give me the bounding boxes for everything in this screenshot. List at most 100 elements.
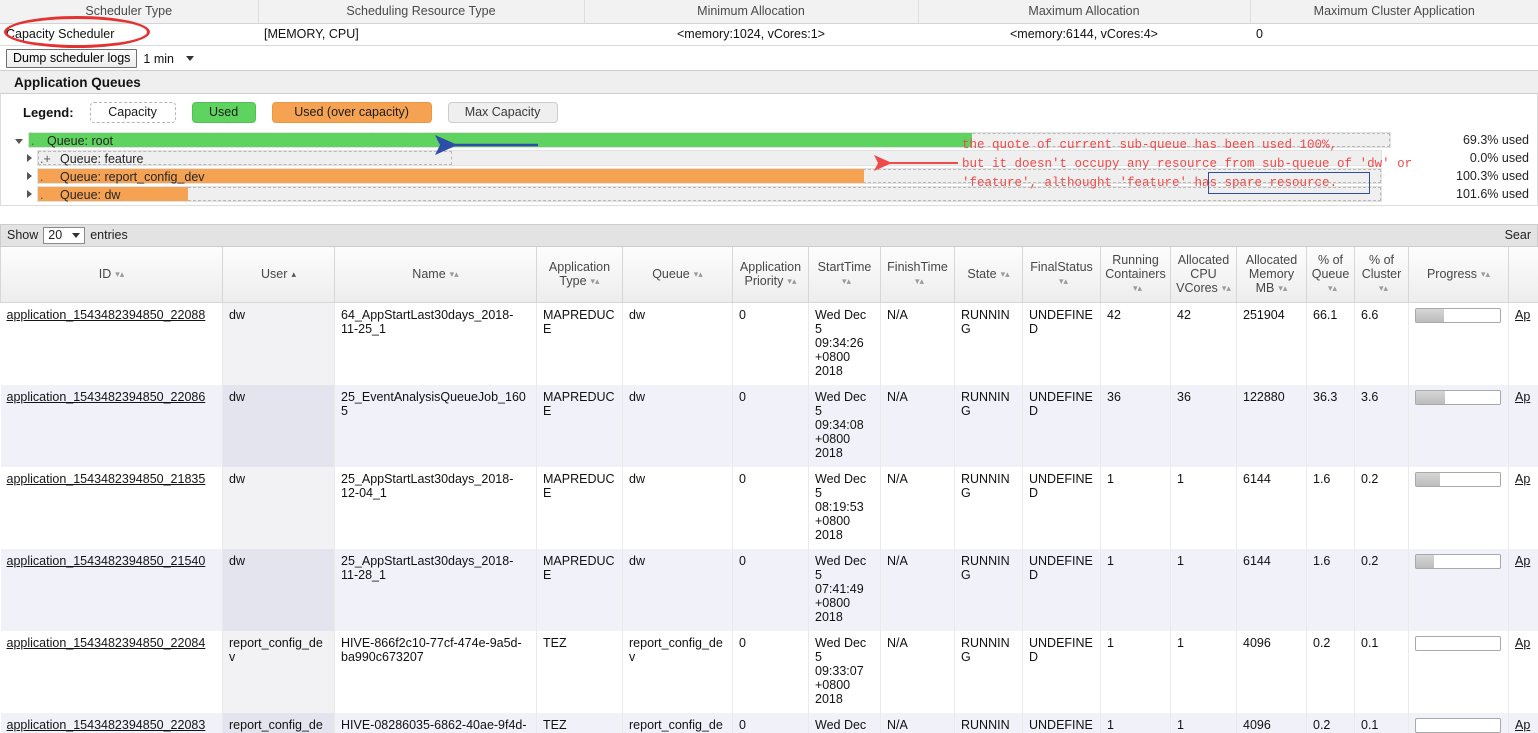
cell-starttime: Wed Dec 5 09:34:08 +0800 2018: [808, 384, 881, 467]
th-allocated-memory-mb[interactable]: Allocated Memory MB ▾▴: [1236, 246, 1307, 303]
th-name[interactable]: Name ▾▴: [334, 246, 537, 303]
cell-tracking-ui[interactable]: Ap: [1508, 630, 1538, 713]
cell-id[interactable]: application_1543482394850_22088: [0, 302, 223, 385]
expand-arrow-icon[interactable]: [27, 153, 32, 162]
cell-id[interactable]: application_1543482394850_21835: [0, 466, 223, 549]
cell-name: 25_EventAnalysisQueueJob_1605: [334, 384, 537, 467]
cell-pct-of-queue: 0.2: [1306, 712, 1355, 733]
th-allocated-cpu-vcores[interactable]: Allocated CPU VCores ▾▴: [1170, 246, 1237, 303]
progress-bar: [1415, 389, 1501, 405]
cell-state: RUNNING: [954, 630, 1023, 713]
cell-progress: [1408, 302, 1509, 385]
cell-progress: [1408, 466, 1509, 549]
cell-pct-of-cluster: 6.6: [1354, 302, 1409, 385]
cell-tracking-ui-link[interactable]: Ap: [1515, 718, 1530, 732]
cell-finishtime: N/A: [880, 302, 955, 385]
cell-tracking-ui[interactable]: Ap: [1508, 384, 1538, 467]
expand-arrow-icon[interactable]: [27, 171, 32, 180]
cell-tracking-ui[interactable]: Ap: [1508, 712, 1538, 733]
expand-arrow-icon[interactable]: [27, 189, 32, 198]
cell-allocated-cpu-vcores: 1: [1170, 630, 1237, 713]
th-user[interactable]: User ▴: [222, 246, 335, 303]
cell-application-priority: 0: [732, 302, 809, 385]
cell-id-link[interactable]: application_1543482394850_22084: [7, 636, 206, 650]
cell-application-type: TEZ: [536, 712, 623, 733]
legend-used-over-capacity: Used (over capacity): [271, 102, 432, 123]
expand-arrow-icon[interactable]: [15, 138, 23, 144]
table-row: application_1543482394850_22083 report_co…: [0, 712, 1538, 733]
cell-queue: report_config_dev: [622, 712, 733, 733]
search-label[interactable]: Sear: [1505, 228, 1531, 242]
th-tracking-ui[interactable]: T: [1508, 246, 1538, 303]
sort-icon: ▾▴: [841, 276, 852, 287]
th-application-type[interactable]: Application Type ▾▴: [536, 246, 623, 303]
sort-icon: ▾▴: [590, 276, 600, 287]
cell-id-link[interactable]: application_1543482394850_22088: [7, 308, 206, 322]
th-finishtime[interactable]: FinishTime▾▴: [880, 246, 955, 303]
queue-used-pct-root: 69.3% used: [1462, 132, 1529, 147]
cell-tracking-ui-link[interactable]: Ap: [1515, 554, 1530, 568]
sort-icon: ▾▴: [1327, 283, 1338, 294]
cell-finalstatus: UNDEFINED: [1022, 384, 1101, 467]
cell-name: 64_AppStartLast30days_2018-11-25_1: [334, 302, 537, 385]
cell-tracking-ui-link[interactable]: Ap: [1515, 308, 1530, 322]
cell-user: dw: [222, 466, 335, 549]
th-id[interactable]: ID ▾▴: [0, 246, 223, 303]
th-progress[interactable]: Progress ▾▴: [1408, 246, 1509, 303]
cell-application-priority: 0: [732, 466, 809, 549]
yarn-scheduler-page: Scheduler Type Scheduling Resource Type …: [0, 0, 1538, 733]
progress-bar: [1415, 635, 1501, 651]
annotation-line-1: the quote of current sub-queue has been …: [962, 138, 1338, 152]
scheduler-info-value-row: Capacity Scheduler [MEMORY, CPU] <memory…: [0, 23, 1538, 46]
caret-down-icon: [72, 232, 81, 238]
cell-id-link[interactable]: application_1543482394850_21540: [7, 554, 206, 568]
th-pct-of-cluster[interactable]: % of Cluster▾▴: [1354, 246, 1409, 303]
cell-finishtime: N/A: [880, 466, 955, 549]
queue-used-pct-feature: 0.0% used: [1469, 150, 1529, 165]
entries-select[interactable]: 20: [43, 226, 86, 244]
table-row: application_1543482394850_22086 dw 25_Even…: [0, 384, 1538, 467]
cell-application-priority: 0: [732, 384, 809, 467]
cell-allocated-cpu-vcores: 1: [1170, 466, 1237, 549]
cell-tracking-ui-link[interactable]: Ap: [1515, 390, 1530, 404]
cell-allocated-memory-mb: 251904: [1236, 302, 1307, 385]
th-application-priority[interactable]: Application Priority ▾▴: [732, 246, 809, 303]
cell-allocated-cpu-vcores: 36: [1170, 384, 1237, 467]
cell-id[interactable]: application_1543482394850_22084: [0, 630, 223, 713]
th-running-containers[interactable]: Running Containers▾▴: [1100, 246, 1171, 303]
cell-id[interactable]: application_1543482394850_21540: [0, 548, 223, 631]
datatable-toolbar: Show 20 entries Sear: [0, 223, 1538, 247]
cell-tracking-ui-link[interactable]: Ap: [1515, 472, 1530, 486]
show-label: Show: [7, 228, 39, 242]
cell-id[interactable]: application_1543482394850_22086: [0, 384, 223, 467]
legend-max-capacity: Max Capacity: [447, 102, 558, 123]
cell-tracking-ui[interactable]: Ap: [1508, 548, 1538, 631]
dump-interval-select[interactable]: 1 min: [143, 52, 194, 66]
cell-pct-of-cluster: 0.2: [1354, 548, 1409, 631]
sort-icon: ▾▴: [1000, 269, 1010, 280]
cell-finishtime: N/A: [880, 548, 955, 631]
cell-queue: report_config_dev: [622, 630, 733, 713]
th-queue[interactable]: Queue ▾▴: [622, 246, 733, 303]
cell-application-type: MAPREDUCE: [536, 466, 623, 549]
cell-id-link[interactable]: application_1543482394850_22086: [7, 390, 206, 404]
queue-label-root: Queue: root: [47, 133, 114, 148]
cell-progress: [1408, 712, 1509, 733]
sort-icon: ▾▴: [914, 276, 925, 287]
cell-id-link[interactable]: application_1543482394850_22083: [7, 718, 206, 732]
cell-running-containers: 1: [1100, 712, 1171, 733]
th-finalstatus[interactable]: FinalStatus▾▴: [1022, 246, 1101, 303]
cell-id[interactable]: application_1543482394850_22083: [0, 712, 223, 733]
queue-label-dw: Queue: dw: [60, 187, 121, 202]
dump-scheduler-logs-button[interactable]: Dump scheduler logs: [6, 49, 138, 68]
cell-id-link[interactable]: application_1543482394850_21835: [7, 472, 206, 486]
cell-tracking-ui[interactable]: Ap: [1508, 466, 1538, 549]
cell-tracking-ui[interactable]: Ap: [1508, 302, 1538, 385]
table-row: application_1543482394850_21835 dw 25_AppS…: [0, 466, 1538, 549]
th-state[interactable]: State ▾▴: [954, 246, 1023, 303]
th-starttime[interactable]: StartTime▾▴: [808, 246, 881, 303]
th-pct-of-queue[interactable]: % of Queue▾▴: [1306, 246, 1355, 303]
entries-value: 20: [48, 227, 63, 242]
cell-tracking-ui-link[interactable]: Ap: [1515, 636, 1530, 650]
cell-progress: [1408, 384, 1509, 467]
